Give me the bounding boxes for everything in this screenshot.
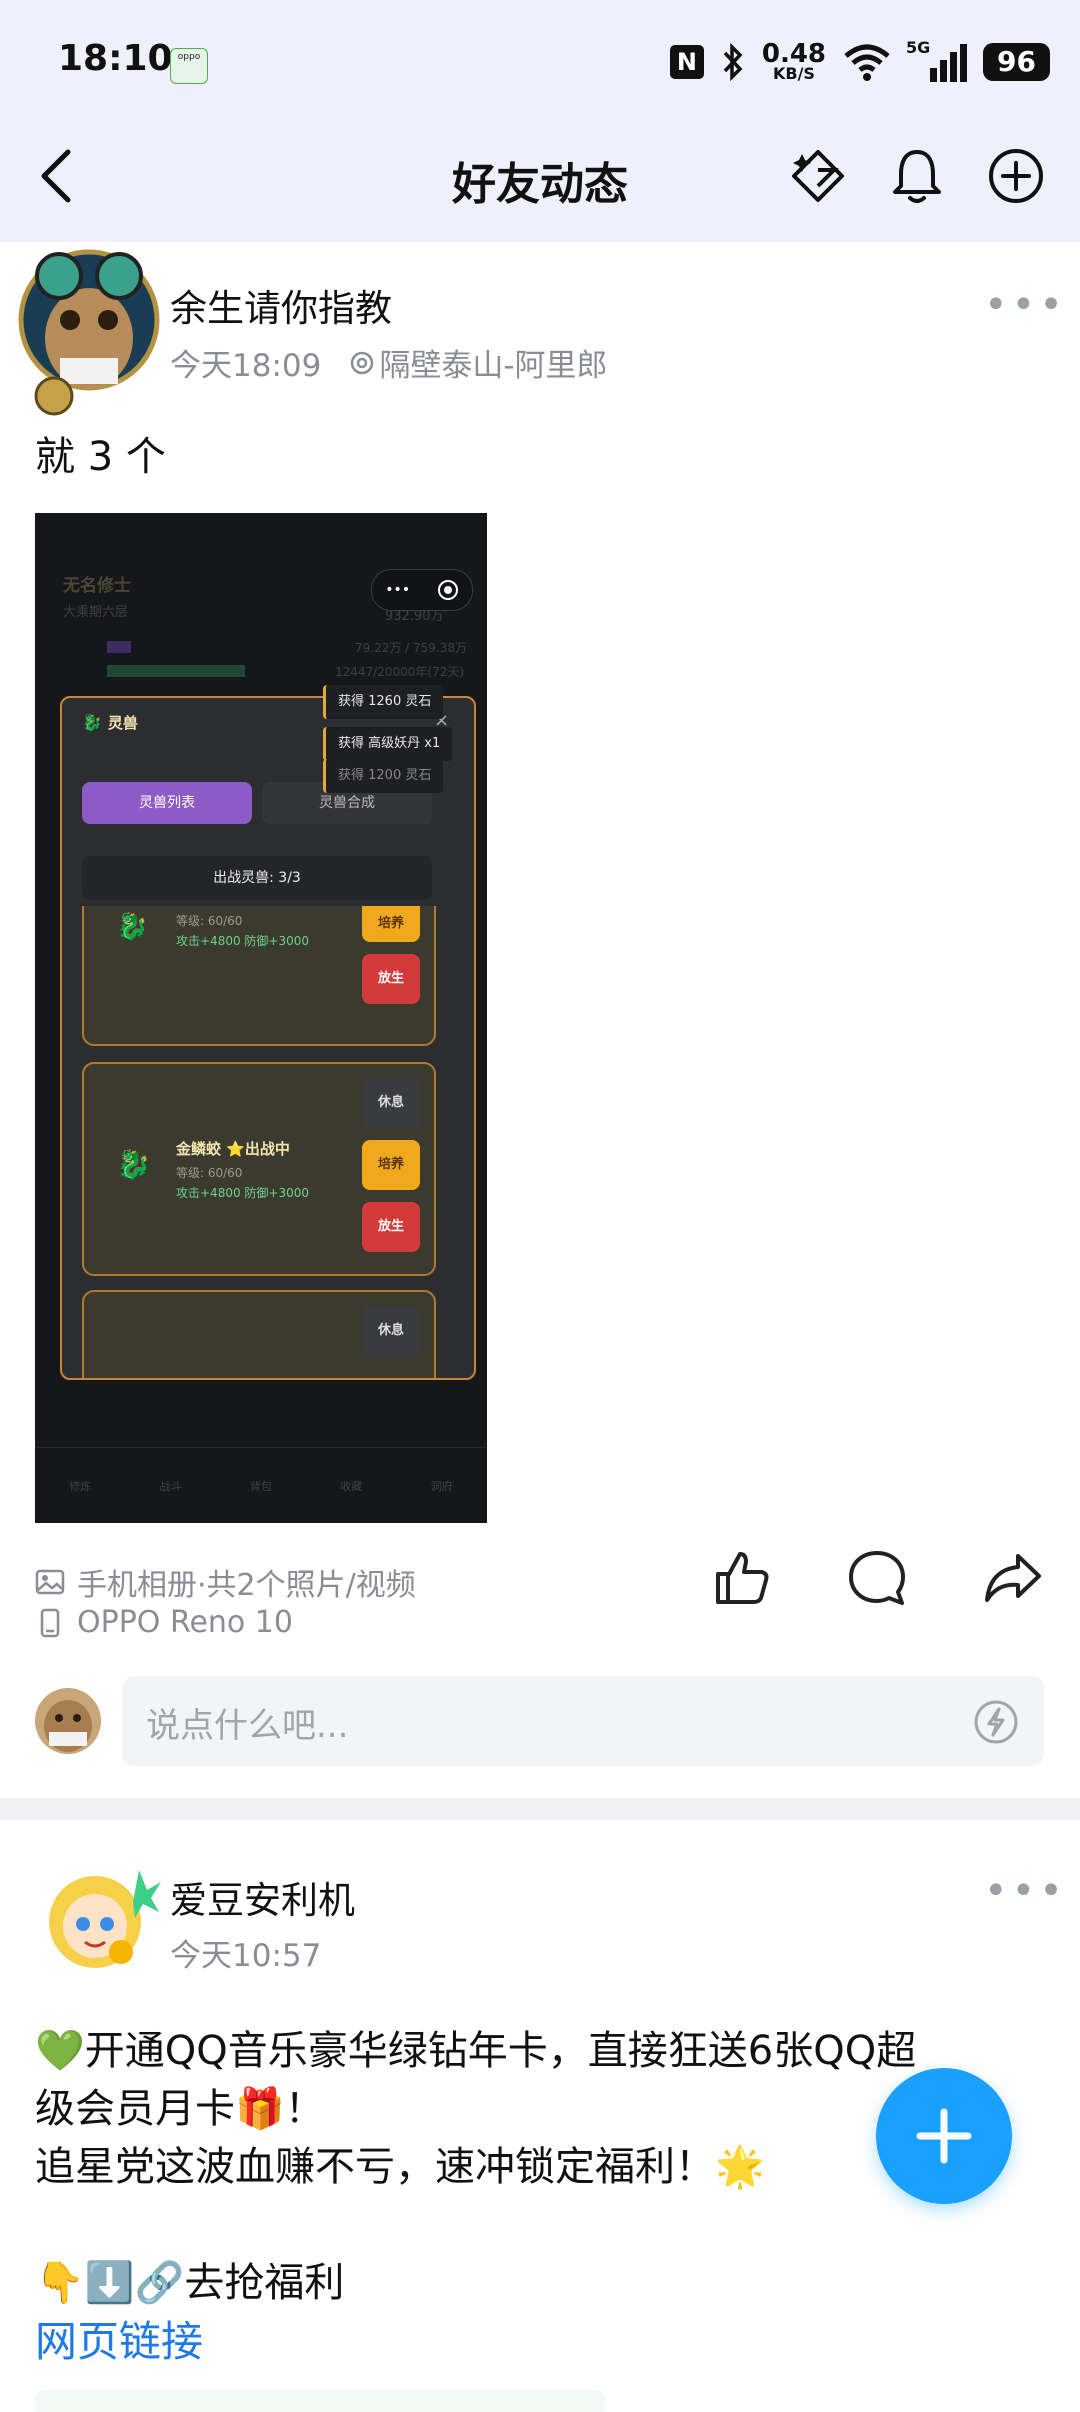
- comment-icon[interactable]: [846, 1548, 908, 1608]
- nfc-icon: N: [669, 45, 704, 79]
- dragon-icon: 🐉: [116, 912, 149, 942]
- cell-signal-icon: 5G: [906, 38, 968, 82]
- pet-modal: 🐉 灵兽 × 灵兽列表 灵兽合成 出战灵兽: 3/3 🐉 等级: 60/60 攻…: [60, 696, 476, 1380]
- miniapp-menu-icon[interactable]: •••: [385, 582, 410, 598]
- link-preview-card[interactable]: [35, 2390, 605, 2412]
- new-post-button[interactable]: [876, 2068, 1012, 2204]
- lightning-icon[interactable]: [972, 1698, 1020, 1746]
- battery-indicator: 96: [983, 43, 1050, 81]
- nav-item[interactable]: 修炼: [69, 1478, 91, 1494]
- pet-name: 金鳞蛟 ⭐出战中: [176, 1140, 290, 1158]
- post-text-line: 💚开通QQ音乐豪华绿钻年卡，直接狂送6张QQ超: [35, 2028, 917, 2074]
- post-meta: 今天18:09 隔壁泰山-阿里郎: [170, 340, 608, 385]
- post-time: 今天10:57: [170, 1938, 322, 1974]
- game-cultivation: 79.22万 / 759.38万: [355, 641, 468, 655]
- album-info[interactable]: 手机相册·共2个照片/视频: [35, 1560, 416, 1604]
- pet-card: 🐉 等级: 60/60 攻击+4800 防御+3000 培养 放生: [82, 906, 436, 1046]
- bluetooth-icon: [723, 42, 743, 82]
- avatar[interactable]: [14, 248, 164, 418]
- post-location[interactable]: 隔壁泰山-阿里郎: [349, 340, 608, 385]
- device-info: OPPO Reno 10: [35, 1605, 293, 1640]
- net-speed: 0.48 KB/S: [761, 39, 827, 83]
- pet-card: 休息: [82, 1290, 436, 1378]
- pet-modal-title: 🐉 灵兽: [82, 713, 138, 732]
- train-button[interactable]: 培养: [362, 906, 420, 942]
- image-icon: [35, 1569, 65, 1595]
- add-circle-icon[interactable]: [986, 146, 1046, 206]
- game-bottom-nav: 修炼 战斗 背包 收藏 洞府: [35, 1447, 487, 1523]
- post-image[interactable]: 无名修士 大乘期六层 932.90万 79.22万 / 759.38万 1244…: [35, 513, 487, 1523]
- toast-message: 获得 1260 灵石: [323, 685, 444, 719]
- nav-item[interactable]: 背包: [250, 1478, 272, 1494]
- post-time: 今天18:09: [170, 348, 322, 384]
- top-bar: 18:10 oppo N 0.48 KB/S 5G 96 好友动态: [0, 0, 1080, 242]
- app-badge-icon: oppo: [170, 48, 208, 84]
- release-button[interactable]: 放生: [362, 954, 420, 1004]
- nav-item[interactable]: 收藏: [340, 1478, 362, 1494]
- like-icon[interactable]: [712, 1548, 772, 1608]
- miniapp-close-icon[interactable]: [437, 579, 459, 601]
- battle-count: 出战灵兽: 3/3: [82, 856, 432, 900]
- post-text-line: 👇⬇️🔗去抢福利: [35, 2260, 345, 2306]
- post-text-line: 级会员月卡🎁！: [35, 2086, 325, 2132]
- toast-message: 获得 高级妖丹 x1: [323, 727, 453, 761]
- pet-level: 等级: 60/60: [176, 1166, 243, 1180]
- game-player-name: 无名修士: [63, 576, 131, 596]
- pet-level: 等级: 60/60: [176, 914, 243, 928]
- post-author[interactable]: 爱豆安利机: [170, 1870, 355, 1924]
- post-text-line: 追星党这波血赚不亏，速冲锁定福利！🌟: [35, 2144, 765, 2190]
- dragon-icon: 🐉: [82, 713, 102, 732]
- location-icon: [351, 351, 374, 374]
- more-options-icon[interactable]: •••: [984, 1868, 1067, 1914]
- release-button[interactable]: 放生: [362, 1202, 420, 1252]
- sparkle-icon[interactable]: [788, 146, 848, 206]
- share-icon[interactable]: [982, 1548, 1044, 1608]
- phone-icon: [40, 1608, 60, 1637]
- nav-item[interactable]: 战斗: [160, 1478, 182, 1494]
- commenter-avatar: [35, 1688, 101, 1754]
- game-life: 12447/20000年(72天): [335, 665, 465, 679]
- rest-button[interactable]: 休息: [362, 1306, 420, 1356]
- bell-icon[interactable]: [890, 146, 944, 206]
- web-link[interactable]: 网页链接: [35, 2308, 203, 2369]
- toast-message: 获得 1200 灵石: [323, 759, 444, 793]
- dragon-icon: 🐉: [116, 1148, 151, 1181]
- plus-icon: [916, 2108, 972, 2164]
- more-options-icon[interactable]: •••: [984, 282, 1067, 328]
- game-cultivation-bar: [107, 641, 131, 653]
- status-icons: N 0.48 KB/S 5G 96: [669, 36, 1050, 88]
- post-divider: [0, 1798, 1080, 1820]
- miniapp-capsule[interactable]: •••: [371, 569, 473, 611]
- post-author[interactable]: 余生请你指教: [170, 278, 392, 332]
- pet-stats: 攻击+4800 防御+3000: [176, 934, 310, 948]
- avatar[interactable]: [35, 1862, 165, 1972]
- wifi-icon: [844, 44, 890, 81]
- game-realm: 大乘期六层: [63, 605, 129, 620]
- rest-button[interactable]: 休息: [362, 1078, 420, 1128]
- tab-pet-list[interactable]: 灵兽列表: [82, 782, 252, 824]
- comment-input[interactable]: 说点什么吧...: [122, 1676, 1044, 1766]
- post-text: 就 3 个: [35, 434, 166, 480]
- train-button[interactable]: 培养: [362, 1140, 420, 1190]
- nav-item[interactable]: 洞府: [431, 1478, 453, 1494]
- status-time: 18:10: [58, 38, 173, 79]
- pet-card: 🐉 金鳞蛟 ⭐出战中 等级: 60/60 攻击+4800 防御+3000 休息 …: [82, 1062, 436, 1276]
- pet-stats: 攻击+4800 防御+3000: [176, 1186, 310, 1200]
- game-life-bar: [107, 665, 245, 677]
